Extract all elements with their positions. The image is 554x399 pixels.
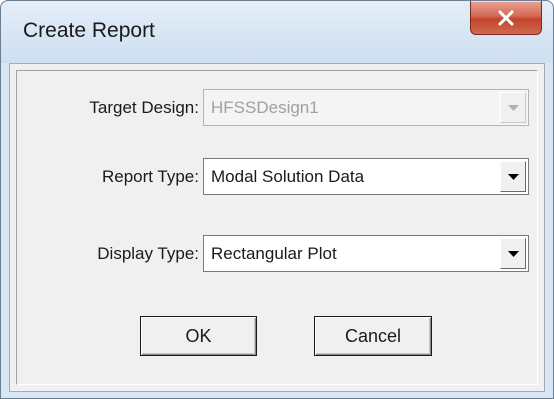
target-design-dropdown-arrow: [500, 92, 526, 123]
ok-button[interactable]: OK: [140, 316, 257, 356]
display-type-label: Display Type:: [97, 244, 199, 263]
report-type-label: Report Type:: [101, 167, 199, 186]
close-x-icon: [498, 10, 514, 25]
report-type-value: Modal Solution Data: [211, 167, 365, 186]
chevron-down-icon: [507, 173, 519, 180]
create-report-dialog: Create Report Target Design: HFSSDesign1…: [0, 0, 554, 399]
dialog-title: Create Report: [23, 19, 155, 42]
chevron-down-icon: [507, 250, 519, 257]
report-type-dropdown-arrow[interactable]: [500, 161, 526, 192]
report-type-combo[interactable]: Modal Solution Data: [203, 158, 529, 195]
target-design-value: HFSSDesign1: [211, 98, 319, 117]
target-design-combo: HFSSDesign1: [203, 89, 529, 126]
display-type-value: Rectangular Plot: [211, 244, 337, 263]
close-button[interactable]: [470, 1, 542, 35]
dialog-body: Target Design: HFSSDesign1 Report Type: …: [9, 63, 545, 392]
cancel-button[interactable]: Cancel: [314, 316, 432, 356]
chevron-down-icon: [507, 104, 519, 111]
display-type-combo[interactable]: Rectangular Plot: [203, 235, 529, 272]
target-design-label: Target Design:: [89, 98, 199, 117]
display-type-dropdown-arrow[interactable]: [500, 238, 526, 269]
title-bar[interactable]: Create Report: [1, 1, 553, 63]
